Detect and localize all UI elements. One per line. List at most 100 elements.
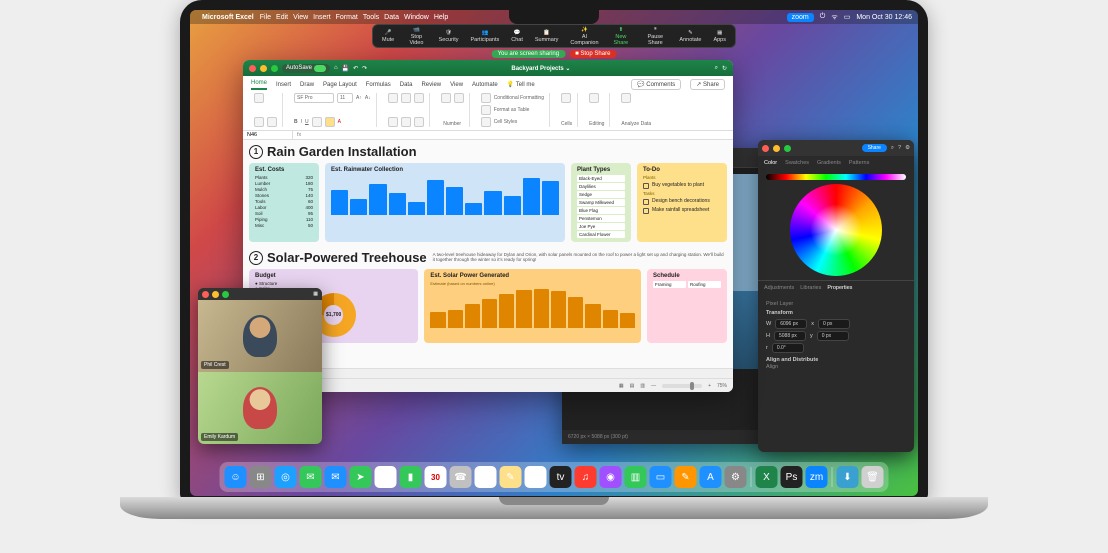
ribbon-tab-insert[interactable]: Insert: [276, 82, 291, 88]
zoom-summary-button[interactable]: 📋Summary: [530, 26, 564, 46]
view-break-icon[interactable]: ▥: [640, 383, 645, 389]
dock-safari-icon[interactable]: ◎: [275, 466, 297, 488]
menu-tools[interactable]: Tools: [363, 14, 379, 21]
menu-insert[interactable]: Insert: [313, 14, 331, 21]
paste-button[interactable]: [254, 93, 264, 103]
share-button[interactable]: Share: [862, 144, 887, 152]
screen-sharing-pill[interactable]: You are screen sharing: [492, 50, 566, 58]
tab-adjustments[interactable]: Adjustments: [764, 285, 794, 291]
control-center-icon[interactable]: ⏻: [820, 13, 826, 21]
dock-messages-icon[interactable]: ✉: [300, 466, 322, 488]
share-button[interactable]: ↗ Share: [690, 79, 725, 90]
border-button[interactable]: [312, 117, 322, 127]
participant-tile[interactable]: Phil Crest: [198, 300, 322, 372]
tab-gradients[interactable]: Gradients: [817, 160, 841, 166]
app-name[interactable]: Microsoft Excel: [202, 14, 254, 21]
cell-styles-icon[interactable]: [481, 117, 491, 127]
dock-launchpad-icon[interactable]: ⊞: [250, 466, 272, 488]
align-right-icon[interactable]: [414, 117, 424, 127]
zoom-readout[interactable]: 75%: [717, 383, 727, 389]
analyze-icon[interactable]: [621, 93, 631, 103]
menu-data[interactable]: Data: [384, 14, 399, 21]
italic-button[interactable]: I: [301, 119, 302, 125]
zoom-stop-video-button[interactable]: 📹Stop Video: [401, 26, 431, 46]
dock-freeform-icon[interactable]: 〰: [525, 466, 547, 488]
conditional-formatting-button[interactable]: Conditional Formatting: [494, 95, 544, 101]
gear-icon[interactable]: ⚙: [905, 145, 910, 151]
insert-cells-icon[interactable]: [561, 93, 571, 103]
dock-pages-icon[interactable]: ✎: [675, 466, 697, 488]
battery-icon[interactable]: ▭: [844, 13, 851, 21]
close-button[interactable]: [762, 145, 769, 152]
font-size-select[interactable]: 11: [337, 93, 353, 103]
width-field[interactable]: 6096 px: [775, 319, 807, 329]
dock-maps-icon[interactable]: ➤: [350, 466, 372, 488]
dock-trash-icon[interactable]: 🗑: [862, 466, 884, 488]
zoom-pause-share-button[interactable]: ⏸Pause Share: [638, 26, 672, 46]
save-icon[interactable]: 💾: [342, 65, 349, 72]
zoom-participants-button[interactable]: 👥Participants: [466, 26, 505, 46]
underline-button[interactable]: U: [305, 119, 309, 125]
grid-view-icon[interactable]: ▦: [313, 291, 318, 297]
dock-facetime-icon[interactable]: ▮: [400, 466, 422, 488]
wifi-icon[interactable]: ᯤ: [831, 13, 837, 22]
dock-notes-icon[interactable]: ✎: [500, 466, 522, 488]
ribbon-tab-formulas[interactable]: Formulas: [366, 82, 391, 88]
stop-share-button[interactable]: ■ Stop Share: [569, 50, 616, 58]
undo-icon[interactable]: ↶: [353, 65, 358, 72]
ribbon-tab-home[interactable]: Home: [251, 80, 267, 90]
tab-properties[interactable]: Properties: [827, 285, 852, 291]
cond-format-icon[interactable]: [481, 93, 491, 103]
document-title[interactable]: Backyard Projects: [511, 66, 563, 72]
cut-icon[interactable]: [254, 117, 264, 127]
zoom-button[interactable]: [784, 145, 791, 152]
percent-icon[interactable]: [441, 93, 451, 103]
menu-view[interactable]: View: [293, 14, 308, 21]
autosave-toggle[interactable]: AutoSave: [282, 64, 330, 73]
align-center-icon[interactable]: [401, 117, 411, 127]
close-button[interactable]: [202, 291, 209, 298]
dock-reminders-icon[interactable]: ☑: [475, 466, 497, 488]
dock-music-icon[interactable]: ♫: [575, 466, 597, 488]
participant-tile[interactable]: Emily Kardum: [198, 372, 322, 444]
zoom-ai-companion-button[interactable]: ✨AI Companion: [565, 26, 603, 46]
menu-help[interactable]: Help: [434, 14, 448, 21]
history-icon[interactable]: ↻: [722, 65, 727, 72]
zoom-chat-button[interactable]: 💬Chat: [506, 26, 528, 46]
menu-window[interactable]: Window: [404, 14, 429, 21]
view-normal-icon[interactable]: ▦: [619, 383, 624, 389]
tab-swatches[interactable]: Swatches: [785, 160, 809, 166]
dock-pixelmator-icon[interactable]: Ps: [781, 466, 803, 488]
close-button[interactable]: [249, 65, 256, 72]
hue-slider[interactable]: [766, 174, 906, 180]
ribbon-tab-review[interactable]: Review: [421, 82, 441, 88]
ribbon-tab-automate[interactable]: Automate: [472, 82, 498, 88]
minimize-button[interactable]: [260, 65, 267, 72]
fx-label[interactable]: fx: [293, 131, 305, 139]
ribbon-tab-data[interactable]: Data: [400, 82, 413, 88]
fill-color-button[interactable]: [325, 117, 335, 127]
search-icon[interactable]: ⌕: [891, 145, 894, 152]
ribbon-tab-tell-me[interactable]: 💡 Tell me: [507, 81, 535, 88]
dock-keynote-icon[interactable]: ▭: [650, 466, 672, 488]
align-middle-icon[interactable]: [401, 93, 411, 103]
dock-numbers-icon[interactable]: ▥: [625, 466, 647, 488]
align-left-icon[interactable]: [388, 117, 398, 127]
align-bottom-icon[interactable]: [414, 93, 424, 103]
cell-styles-button[interactable]: Cell Styles: [494, 119, 518, 125]
dock-settings-icon[interactable]: ⚙: [725, 466, 747, 488]
ribbon-tab-draw[interactable]: Draw: [300, 82, 314, 88]
menu-format[interactable]: Format: [336, 14, 358, 21]
search-icon[interactable]: ⌕: [715, 65, 718, 72]
zoom-slider[interactable]: [662, 384, 702, 388]
dock-contacts-icon[interactable]: ☎: [450, 466, 472, 488]
tab-libraries[interactable]: Libraries: [800, 285, 821, 291]
bold-button[interactable]: B: [294, 119, 298, 125]
tab-color[interactable]: Color: [764, 160, 777, 166]
rotation-field[interactable]: 0.0°: [772, 343, 804, 353]
y-field[interactable]: 0 px: [817, 331, 849, 341]
increase-font-icon[interactable]: A↑: [356, 95, 362, 101]
redo-icon[interactable]: ↷: [362, 65, 367, 72]
format-as-table-button[interactable]: Format as Table: [494, 107, 530, 113]
home-icon[interactable]: ⌂: [334, 65, 338, 71]
